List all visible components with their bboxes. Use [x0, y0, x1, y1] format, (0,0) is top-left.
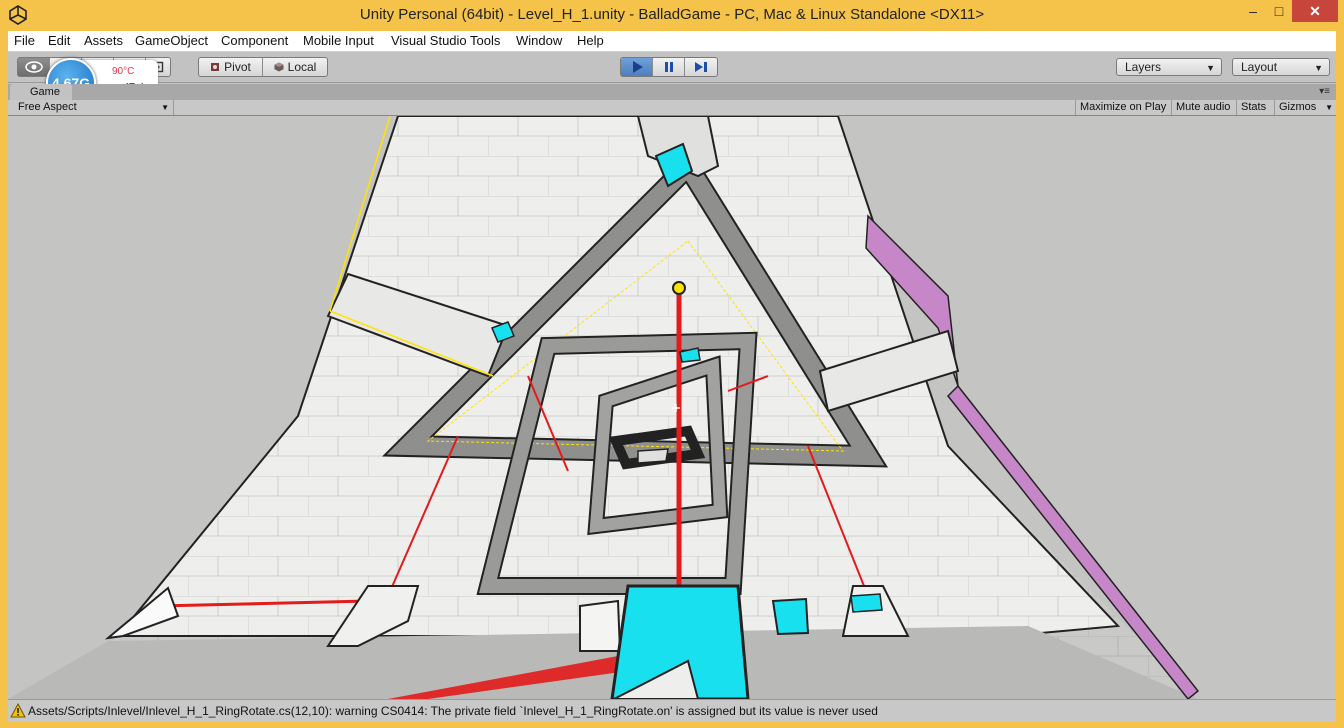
local-button[interactable]: Local — [263, 58, 327, 76]
chevron-down-icon: ▼ — [1206, 63, 1215, 73]
layers-dropdown[interactable]: Layers ▼ — [1116, 58, 1222, 76]
menu-assets[interactable]: Assets — [84, 33, 123, 48]
pause-icon — [664, 62, 673, 72]
menu-window[interactable]: Window — [516, 33, 562, 48]
pivot-button[interactable]: Pivot — [199, 58, 263, 76]
tab-menu-icon[interactable]: ▾≡ — [1319, 86, 1330, 97]
close-button[interactable]: ✕ — [1292, 0, 1338, 22]
menu-component[interactable]: Component — [221, 33, 288, 48]
right-floor-cyan — [850, 593, 883, 613]
menu-help[interactable]: Help — [577, 33, 604, 48]
status-message: Assets/Scripts/Inlevel/Inlevel_H_1_RingR… — [28, 704, 878, 718]
pivot-label: Pivot — [224, 60, 251, 74]
game-tab-label: Game — [30, 86, 60, 98]
play-button[interactable] — [621, 58, 653, 76]
chevron-down-icon: ▼ — [1314, 63, 1323, 73]
game-options-bar: Free Aspect ▼ Maximize on Play Mute audi… — [8, 100, 1336, 116]
window-titlebar: Unity Personal (64bit) - Level_H_1.unity… — [0, 0, 1344, 31]
maximize-on-play-toggle[interactable]: Maximize on Play — [1075, 100, 1170, 115]
chevron-down-icon: ▼ — [161, 103, 169, 112]
local-cube-icon — [274, 62, 284, 72]
game-tab-bar: Game ▾≡ — [8, 84, 1336, 100]
pause-button[interactable] — [653, 58, 685, 76]
menu-bar: File Edit Assets GameObject Component Mo… — [8, 31, 1336, 52]
pivot-icon — [211, 63, 220, 71]
play-icon — [632, 61, 643, 73]
menu-file[interactable]: File — [14, 33, 35, 48]
play-controls — [620, 57, 718, 77]
mute-audio-toggle[interactable]: Mute audio — [1171, 100, 1234, 115]
layout-label: Layout — [1241, 60, 1278, 74]
stats-toggle[interactable]: Stats — [1236, 100, 1270, 115]
window-title: Unity Personal (64bit) - Level_H_1.unity… — [359, 6, 985, 23]
tab-game[interactable]: Game — [10, 84, 72, 100]
console-status-bar[interactable]: Assets/Scripts/Inlevel/Inlevel_H_1_RingR… — [8, 699, 1336, 722]
aspect-label: Free Aspect — [18, 101, 77, 113]
floor-cyan-tile — [771, 597, 810, 636]
main-toolbar: Pivot Local Layers ▼ Layout ▼ — [8, 52, 1336, 83]
maximize-button[interactable]: □ — [1266, 0, 1292, 22]
eye-icon — [24, 61, 43, 73]
game-viewport[interactable] — [8, 116, 1336, 699]
gizmos-label: Gizmos — [1279, 101, 1317, 113]
menu-visual-studio-tools[interactable]: Visual Studio Tools — [391, 33, 500, 48]
menu-edit[interactable]: Edit — [48, 33, 70, 48]
pivot-local-group: Pivot Local — [198, 57, 328, 77]
layout-dropdown[interactable]: Layout ▼ — [1232, 58, 1330, 76]
cpu-temperature: 90°C — [112, 66, 135, 77]
menu-gameobject[interactable]: GameObject — [135, 33, 208, 48]
game-scene — [8, 116, 1336, 699]
aspect-dropdown[interactable]: Free Aspect ▼ — [10, 100, 174, 115]
layers-label: Layers — [1125, 60, 1162, 74]
laser-emitter — [672, 281, 686, 295]
minimize-button[interactable]: ‒ — [1240, 0, 1266, 22]
warning-icon — [10, 703, 26, 718]
floor-box — [579, 599, 622, 652]
local-label: Local — [287, 60, 317, 74]
step-button[interactable] — [685, 58, 717, 76]
gizmos-dropdown[interactable]: Gizmos ▼ — [1274, 100, 1336, 115]
step-icon — [695, 62, 707, 72]
inner-core — [637, 448, 669, 464]
chevron-down-icon: ▼ — [1325, 103, 1333, 112]
menu-mobile-input[interactable]: Mobile Input — [303, 33, 374, 48]
